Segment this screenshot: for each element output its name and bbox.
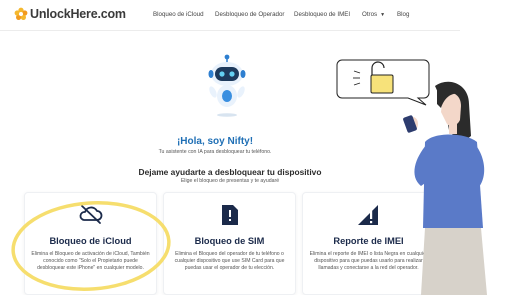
hero-subtitle: Tu asistente con IA para desbloquear tu … [158, 149, 272, 155]
woman-illustration [403, 81, 487, 295]
nav-blog[interactable]: Blog [397, 11, 409, 18]
highlight-circle [11, 201, 171, 291]
site-header: UnlockHere.com Bloqueo de iCloud Desbloq… [0, 0, 460, 30]
card-description: Elimina el Bloqueo del operador de tu te… [174, 251, 285, 272]
help-subtitle: Elige el bloqueo de presentas y te ayuda… [180, 178, 280, 184]
hero-title: ¡Hola, soy Nifty! [176, 136, 254, 147]
logo-text: UnlockHere.com [30, 7, 126, 21]
robot-mascot-icon [208, 54, 246, 117]
signal-alert-icon [357, 205, 378, 225]
nav-otros-label: Otros [362, 11, 378, 18]
card-sim[interactable]: Bloqueo de SIM Elimina el Bloqueo del op… [163, 192, 296, 295]
logo-flower-icon [14, 7, 28, 20]
chevron-down-icon: ▼ [380, 12, 386, 18]
logo[interactable]: UnlockHere.com [14, 7, 126, 21]
sim-card-icon [221, 205, 238, 225]
nav-desbloqueo-operador[interactable]: Desbloqueo de Operador [215, 11, 285, 18]
card-title: Bloqueo de SIM [194, 236, 265, 246]
nav-otros[interactable]: Otros ▼ [362, 11, 385, 18]
help-title: Dejame ayudarte a desbloquear tu disposi… [138, 167, 322, 177]
nav-desbloqueo-imei[interactable]: Desbloqueo de IMEI [294, 11, 350, 18]
header-divider [0, 30, 460, 31]
nav-bloqueo-icloud[interactable]: Bloqueo de iCloud [153, 11, 204, 18]
